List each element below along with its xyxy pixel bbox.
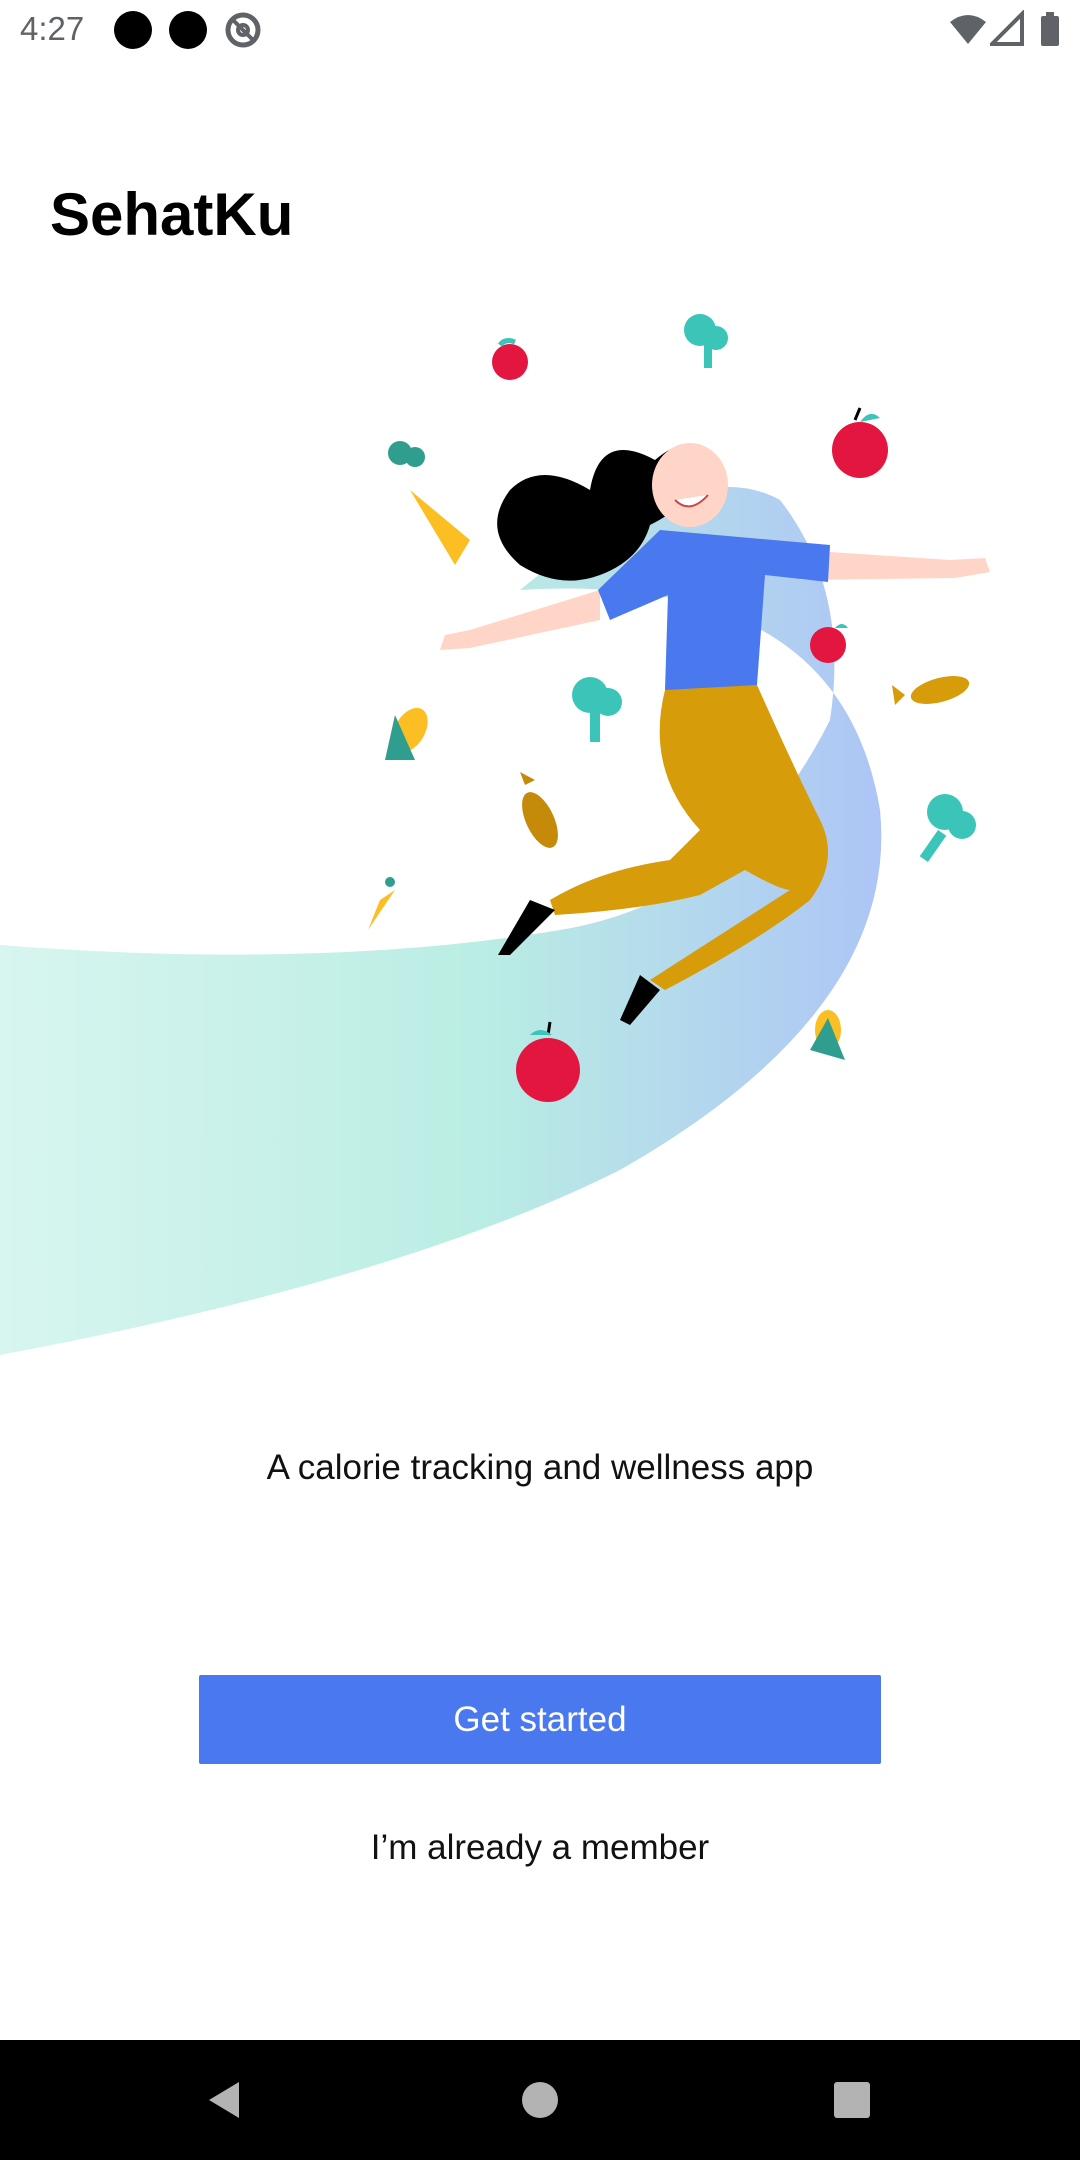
- get-started-button[interactable]: Get started: [199, 1675, 881, 1764]
- broccoli-shape: [684, 314, 728, 368]
- corn-shape: [385, 707, 428, 760]
- back-button[interactable]: [165, 2040, 285, 2160]
- corn-shape: [810, 1010, 845, 1060]
- face: [652, 443, 728, 527]
- navigation-bar: [0, 2040, 1080, 2160]
- hero-illustration: [0, 290, 1080, 1390]
- at-sign-icon: [223, 10, 263, 55]
- cell-signal-icon: [987, 9, 1024, 55]
- home-icon: [522, 2082, 558, 2118]
- notification-dot-icon: [114, 11, 152, 49]
- battery-icon: [1040, 10, 1060, 55]
- recents-icon: [834, 2082, 870, 2118]
- wifi-icon: [948, 10, 988, 55]
- recents-button[interactable]: [792, 2040, 912, 2160]
- broccoli-shape: [919, 794, 976, 862]
- fish-shape: [892, 676, 970, 705]
- status-time: 4:27: [20, 10, 85, 47]
- already-member-link[interactable]: I’m already a member: [0, 1828, 1080, 1868]
- fish-shape: [520, 772, 558, 848]
- home-button[interactable]: [480, 2040, 600, 2160]
- apple-shape: [832, 407, 888, 478]
- carrot-shape: [368, 877, 395, 930]
- app-title: SehatKu: [50, 181, 294, 248]
- status-bar: 4:27: [0, 0, 1080, 63]
- apple-shape: [492, 338, 528, 380]
- carrot-shape: [388, 441, 470, 565]
- tagline: A calorie tracking and wellness app: [266, 1448, 814, 1487]
- back-icon: [209, 2082, 239, 2118]
- left-arm: [440, 590, 600, 650]
- broccoli-shape: [572, 677, 622, 742]
- notification-dot-icon: [169, 11, 207, 49]
